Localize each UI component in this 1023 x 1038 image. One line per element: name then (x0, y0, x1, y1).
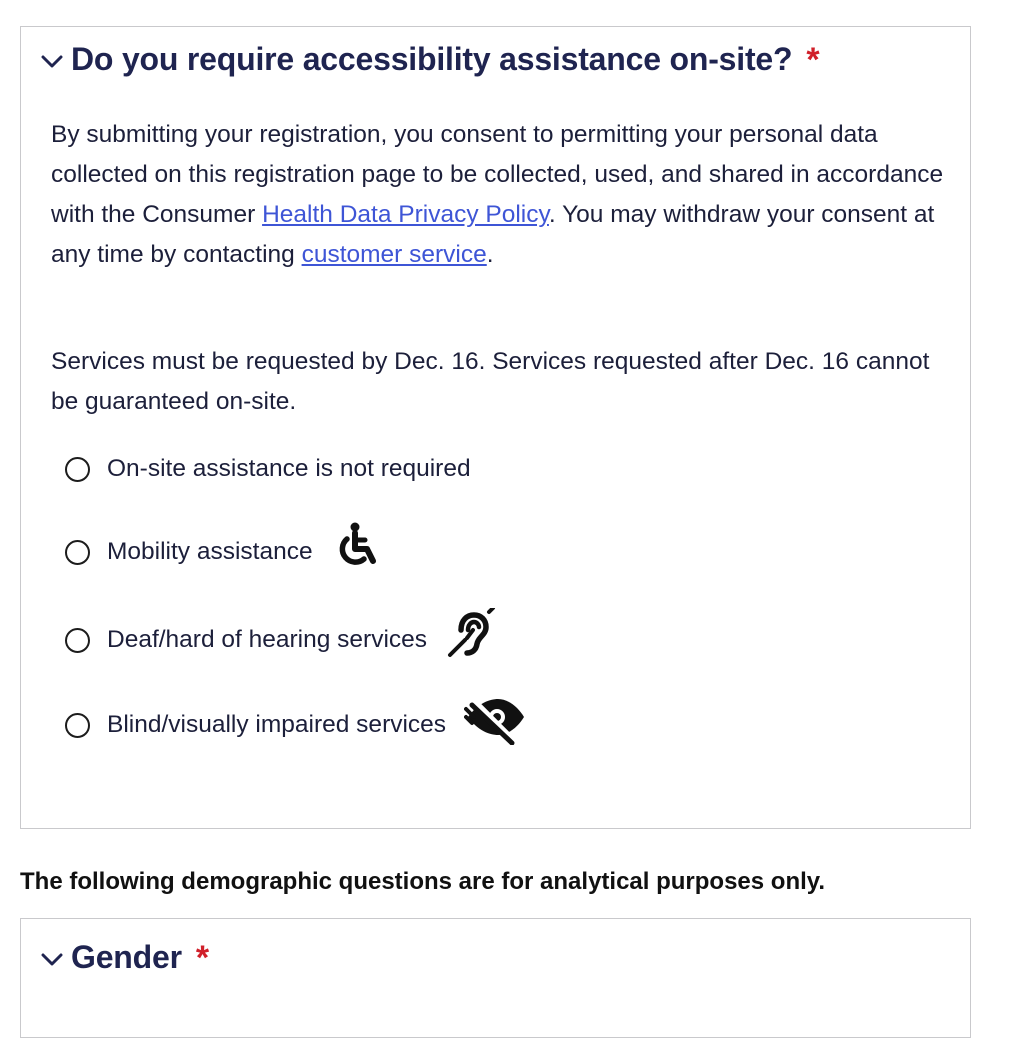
hearing-impaired-icon (448, 608, 496, 657)
deadline-paragraph: Services must be requested by Dec. 16. S… (51, 348, 930, 415)
health-data-privacy-policy-link[interactable]: Health Data Privacy Policy (262, 201, 549, 228)
radio-not-required[interactable] (65, 456, 90, 482)
required-asterisk: * (806, 40, 820, 79)
consent-text-end: . (486, 241, 494, 268)
gender-question-group: Gender * (20, 918, 971, 1038)
chevron-down-icon (41, 953, 63, 965)
customer-service-link[interactable]: customer service (302, 241, 487, 268)
required-asterisk: * (195, 938, 210, 977)
wheelchair-icon (339, 522, 376, 565)
option-label: Blind/visually impaired services (107, 711, 447, 738)
option-mobility-assistance[interactable]: Mobility assistance (65, 522, 381, 569)
visually-impaired-icon (464, 699, 525, 745)
accessibility-question-title: Do you require accessibility assistance … (71, 41, 793, 77)
option-blind-visually-impaired[interactable]: Blind/visually impaired services (65, 699, 526, 745)
radio-blind-visually-impaired[interactable] (65, 712, 90, 738)
accessibility-question-group: Do you require accessibility assistance … (20, 26, 971, 829)
gender-question-title: Gender (71, 939, 182, 975)
radio-mobility-assistance[interactable] (65, 539, 90, 565)
option-label: On-site assistance is not required (107, 455, 471, 482)
option-deaf-hard-of-hearing[interactable]: Deaf/hard of hearing services (65, 608, 497, 660)
accessibility-question-header[interactable]: Do you require accessibility assistance … (41, 41, 820, 78)
radio-deaf-hard-of-hearing[interactable] (65, 627, 90, 653)
gender-question-header[interactable]: Gender * (41, 939, 209, 976)
option-label: Deaf/hard of hearing services (107, 626, 428, 653)
demographic-note: The following demographic questions are … (20, 868, 826, 895)
consent-paragraph: By submitting your registration, you con… (51, 115, 951, 275)
option-not-required[interactable]: On-site assistance is not required (65, 455, 471, 483)
chevron-down-icon (41, 55, 63, 67)
option-label: Mobility assistance (107, 538, 313, 565)
